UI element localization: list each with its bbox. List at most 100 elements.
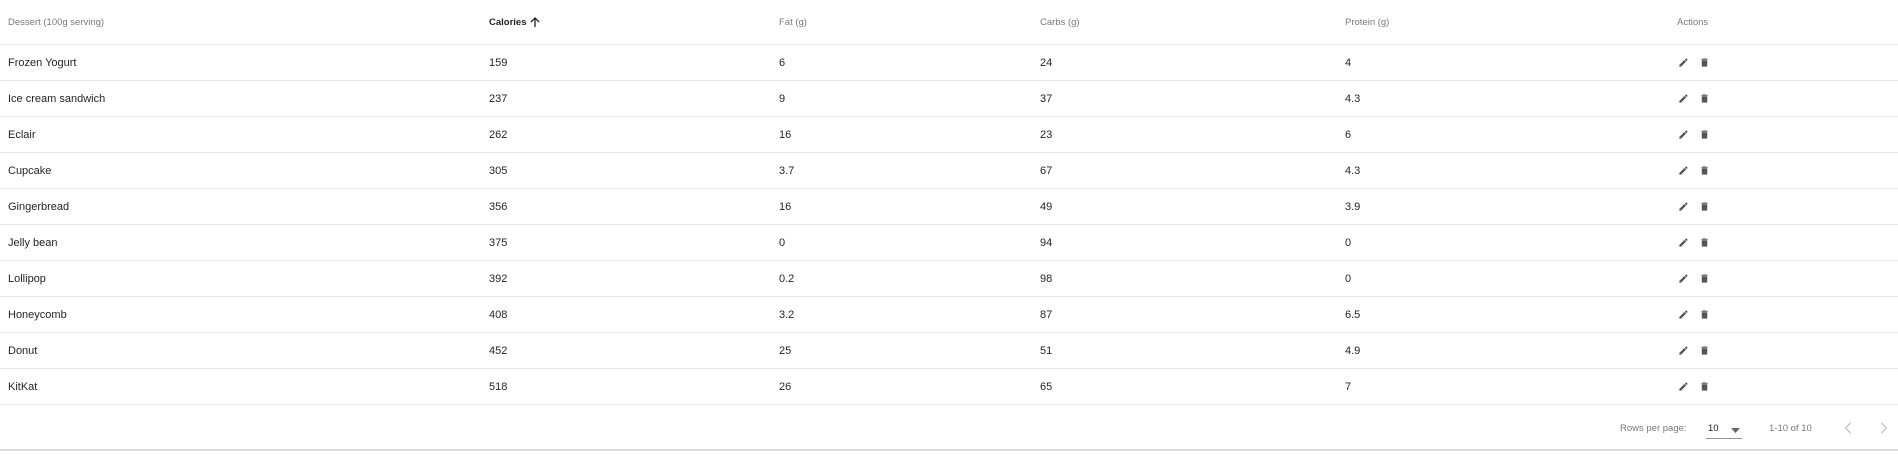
cell-protein: 4 xyxy=(1345,56,1352,69)
cell-calories: 159 xyxy=(489,56,508,69)
cell-fat: 9 xyxy=(779,92,786,105)
prev-page-button[interactable] xyxy=(1841,421,1855,435)
cell-protein: 6.5 xyxy=(1345,308,1361,321)
header-protein[interactable]: Protein (g) xyxy=(1345,0,1389,44)
cell-dessert: Lollipop xyxy=(8,272,46,285)
cell-protein: 7 xyxy=(1345,380,1352,393)
cell-fat: 16 xyxy=(779,128,792,141)
header-actions: Actions xyxy=(1677,0,1708,44)
pencil-icon[interactable] xyxy=(1677,57,1689,69)
pencil-icon[interactable] xyxy=(1677,129,1689,141)
table-row: Eclair 262 16 23 6 xyxy=(0,117,1898,153)
cell-carbs: 94 xyxy=(1040,236,1053,249)
cell-carbs: 67 xyxy=(1040,164,1053,177)
cell-protein: 3.9 xyxy=(1345,200,1361,213)
table-row: Honeycomb 408 3.2 87 6.5 xyxy=(0,297,1898,333)
table-row: Donut 452 25 51 4.9 xyxy=(0,333,1898,369)
trash-icon[interactable] xyxy=(1698,93,1710,105)
pencil-icon[interactable] xyxy=(1677,93,1689,105)
trash-icon[interactable] xyxy=(1698,57,1710,69)
cell-carbs: 49 xyxy=(1040,200,1053,213)
cell-fat: 26 xyxy=(779,380,792,393)
table-row: Gingerbread 356 16 49 3.9 xyxy=(0,189,1898,225)
trash-icon[interactable] xyxy=(1698,237,1710,249)
cell-calories: 518 xyxy=(489,380,508,393)
cell-carbs: 37 xyxy=(1040,92,1053,105)
cell-calories: 408 xyxy=(489,308,508,321)
cell-dessert: Jelly bean xyxy=(8,236,58,249)
cell-carbs: 51 xyxy=(1040,344,1053,357)
pencil-icon[interactable] xyxy=(1677,273,1689,285)
trash-icon[interactable] xyxy=(1698,165,1710,177)
header-protein-label: Protein (g) xyxy=(1345,16,1390,28)
row-actions xyxy=(1677,189,1710,224)
pencil-icon[interactable] xyxy=(1677,165,1689,177)
cell-fat: 3.2 xyxy=(779,308,795,321)
trash-icon[interactable] xyxy=(1698,309,1710,321)
cell-protein: 0 xyxy=(1345,236,1352,249)
cell-carbs: 24 xyxy=(1040,56,1053,69)
table-bottom-border xyxy=(0,449,1898,451)
pencil-icon[interactable] xyxy=(1677,237,1689,249)
trash-icon[interactable] xyxy=(1698,273,1710,285)
header-dessert[interactable]: Dessert (100g serving) xyxy=(8,0,104,44)
row-actions xyxy=(1677,153,1710,188)
table-row: Ice cream sandwich 237 9 37 4.3 xyxy=(0,81,1898,117)
rows-per-page-select[interactable]: 10 xyxy=(1706,418,1742,439)
rows-per-page-value: 10 xyxy=(1708,422,1719,434)
cell-calories: 237 xyxy=(489,92,508,105)
header-actions-label: Actions xyxy=(1677,16,1709,28)
cell-dessert: Honeycomb xyxy=(8,308,67,321)
header-calories[interactable]: Calories xyxy=(489,0,540,44)
cell-calories: 452 xyxy=(489,344,508,357)
cell-dessert: Frozen Yogurt xyxy=(8,56,77,69)
table-row: Jelly bean 375 0 94 0 xyxy=(0,225,1898,261)
trash-icon[interactable] xyxy=(1698,345,1710,357)
cell-carbs: 65 xyxy=(1040,380,1053,393)
header-carbs[interactable]: Carbs (g) xyxy=(1040,0,1080,44)
row-actions xyxy=(1677,333,1710,368)
trash-icon[interactable] xyxy=(1698,381,1710,393)
cell-dessert: KitKat xyxy=(8,380,38,393)
pagination-range: 1-10 of 10 xyxy=(1769,422,1812,434)
table-body: Frozen Yogurt 159 6 24 4 Ice cream sandwich 23… xyxy=(0,45,1898,405)
row-actions xyxy=(1677,261,1710,296)
cell-fat: 0 xyxy=(779,236,786,249)
cell-dessert: Cupcake xyxy=(8,164,52,177)
header-fat-label: Fat (g) xyxy=(779,16,807,28)
table-row: Lollipop 392 0.2 98 0 xyxy=(0,261,1898,297)
row-actions xyxy=(1677,45,1710,80)
cell-calories: 392 xyxy=(489,272,508,285)
row-actions xyxy=(1677,225,1710,260)
table-pagination: Rows per page: 10 1-10 of 10 xyxy=(0,408,1898,448)
trash-icon[interactable] xyxy=(1698,201,1710,213)
cell-protein: 4.3 xyxy=(1345,92,1361,105)
pencil-icon[interactable] xyxy=(1677,309,1689,321)
pencil-icon[interactable] xyxy=(1677,381,1689,393)
header-dessert-label: Dessert (100g serving) xyxy=(8,16,105,28)
table-header-row: Dessert (100g serving) Calories Fat (g) … xyxy=(0,0,1898,45)
cell-dessert: Donut xyxy=(8,344,38,357)
cell-carbs: 23 xyxy=(1040,128,1053,141)
cell-fat: 16 xyxy=(779,200,792,213)
row-actions xyxy=(1677,297,1710,332)
next-page-button[interactable] xyxy=(1877,421,1891,435)
pencil-icon[interactable] xyxy=(1677,345,1689,357)
row-actions xyxy=(1677,369,1710,404)
trash-icon[interactable] xyxy=(1698,129,1710,141)
cell-protein: 4.3 xyxy=(1345,164,1361,177)
pencil-icon[interactable] xyxy=(1677,201,1689,213)
cell-calories: 305 xyxy=(489,164,508,177)
cell-calories: 375 xyxy=(489,236,508,249)
caret-down-icon xyxy=(1731,425,1740,436)
table-row: Frozen Yogurt 159 6 24 4 xyxy=(0,45,1898,81)
cell-fat: 3.7 xyxy=(779,164,795,177)
header-fat[interactable]: Fat (g) xyxy=(779,0,807,44)
cell-carbs: 98 xyxy=(1040,272,1053,285)
table-row: KitKat 518 26 65 7 xyxy=(0,369,1898,405)
cell-protein: 0 xyxy=(1345,272,1352,285)
table-row: Cupcake 305 3.7 67 4.3 xyxy=(0,153,1898,189)
chevron-left-icon xyxy=(1844,422,1852,434)
row-actions xyxy=(1677,117,1710,152)
arrow-up-icon[interactable] xyxy=(530,16,540,28)
